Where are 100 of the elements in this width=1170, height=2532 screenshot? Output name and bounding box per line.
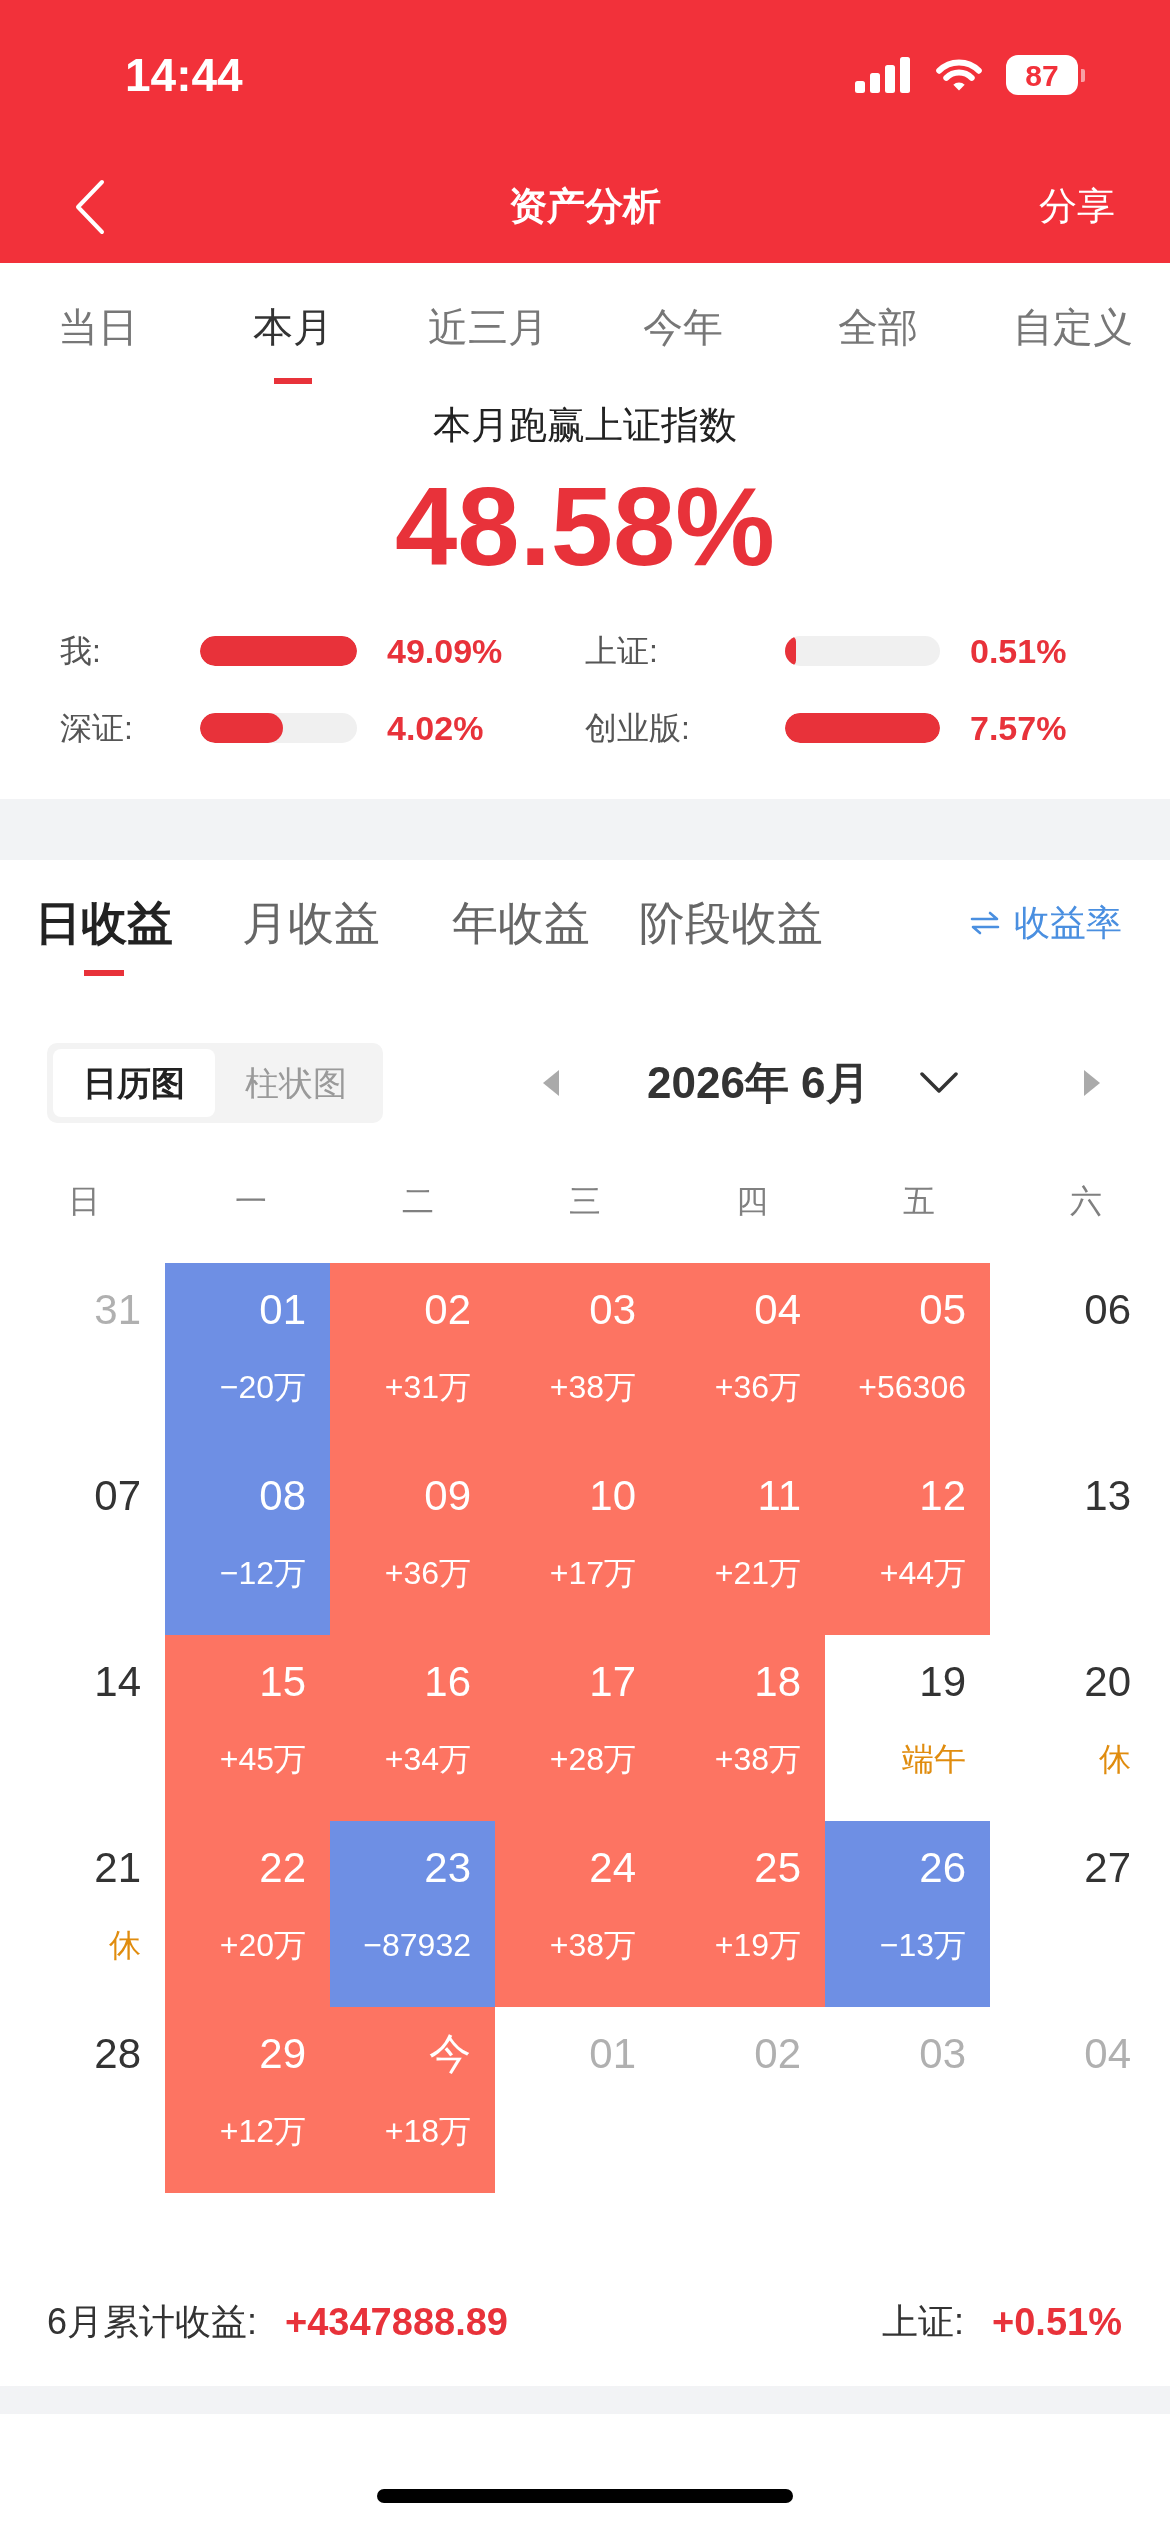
day-number: 24 <box>589 1843 636 1893</box>
weekday-label: 一 <box>234 1182 267 1221</box>
wifi-icon <box>934 58 984 92</box>
left-triangle-icon <box>543 1070 559 1096</box>
next-month-button[interactable] <box>1084 1070 1100 1096</box>
previous-month-button[interactable] <box>543 1070 559 1096</box>
calendar-day-cell[interactable]: 04 +36万 <box>660 1263 825 1449</box>
summary-title: 本月跑赢上证指数 <box>433 403 737 448</box>
comparison-label: 深证: <box>60 709 134 748</box>
daily-profit: +34万 <box>384 1740 471 1779</box>
day-number: 28 <box>94 2029 141 2079</box>
weekday-label: 二 <box>401 1182 434 1221</box>
calendar-day-cell[interactable]: 10 +17万 <box>495 1449 660 1635</box>
day-number: 01 <box>259 1285 306 1335</box>
daily-profit: +31万 <box>384 1368 471 1407</box>
calendar-day-cell[interactable]: 24 +38万 <box>495 1821 660 2007</box>
day-number: 12 <box>919 1471 966 1521</box>
day-number: 25 <box>754 1843 801 1893</box>
calendar-day-cell[interactable]: 18 +38万 <box>660 1635 825 1821</box>
daily-profit: +12万 <box>219 2112 306 2151</box>
calendar-day-cell[interactable]: 22 +20万 <box>165 1821 330 2007</box>
comparison-label: 我: <box>60 632 102 671</box>
calendar-day-cell[interactable]: 15 +45万 <box>165 1635 330 1821</box>
day-number: 11 <box>757 1471 801 1521</box>
daily-profit: +44万 <box>879 1554 966 1593</box>
month-picker-button[interactable] <box>919 1072 958 1094</box>
weekday-label: 五 <box>903 1182 936 1221</box>
day-number: 02 <box>424 1285 471 1335</box>
day-number: 31 <box>94 1285 141 1335</box>
day-number: 04 <box>754 1285 801 1335</box>
daily-profit: −20万 <box>219 1368 306 1407</box>
daily-profit: +45万 <box>219 1740 306 1779</box>
status-time: 14:44 <box>125 47 243 103</box>
daily-profit: +36万 <box>384 1554 471 1593</box>
calendar-day-cell[interactable]: 26 −13万 <box>825 1821 990 2007</box>
day-number: 03 <box>589 1285 636 1335</box>
monthly-total-value: +4347888.89 <box>285 2300 508 2344</box>
daily-profit: −87932 <box>363 1926 471 1965</box>
calendar-day-cell[interactable]: 23 −87932 <box>330 1821 495 2007</box>
holiday-label: 端午 <box>902 1740 966 1779</box>
profit-tab[interactable]: 阶段收益 <box>639 895 823 976</box>
period-tab[interactable]: 当日 <box>0 263 195 390</box>
daily-profit: −13万 <box>879 1926 966 1965</box>
period-tab[interactable]: 今年 <box>585 263 780 390</box>
period-tab[interactable]: 自定义 <box>975 263 1170 390</box>
daily-profit: +38万 <box>549 1368 636 1407</box>
right-triangle-icon <box>1084 1070 1100 1096</box>
battery-cap-icon <box>1081 68 1085 82</box>
share-button[interactable]: 分享 <box>1039 178 1115 235</box>
day-number: 08 <box>259 1471 306 1521</box>
calendar-day-cell[interactable]: 11 +21万 <box>660 1449 825 1635</box>
view-option[interactable]: 柱状图 <box>215 1049 377 1117</box>
calendar-day-cell[interactable]: 01 −20万 <box>165 1263 330 1449</box>
calendar-day-cell[interactable]: 05 +56306 <box>825 1263 990 1449</box>
period-tab[interactable]: 全部 <box>780 263 975 390</box>
profit-tab[interactable]: 日收益 <box>35 895 173 976</box>
calendar-day-cell[interactable]: 17 +28万 <box>495 1635 660 1821</box>
comparison-label: 创业版: <box>585 709 691 748</box>
day-number: 26 <box>919 1843 966 1893</box>
holiday-label: 休 <box>1099 1740 1131 1779</box>
rate-toggle-button[interactable]: 收益率 <box>970 901 1122 945</box>
index-label: 上证: <box>882 2300 965 2344</box>
calendar-day-cell[interactable]: 03 +38万 <box>495 1263 660 1449</box>
calendar-day-cell[interactable]: 02 +31万 <box>330 1263 495 1449</box>
comparison-value: 0.51% <box>969 631 1068 672</box>
chevron-down-icon <box>919 1072 958 1094</box>
weekday-label: 四 <box>736 1182 769 1221</box>
daily-profit: −12万 <box>219 1554 306 1593</box>
calendar-day-cell[interactable]: 09 +36万 <box>330 1449 495 1635</box>
day-number: 05 <box>919 1285 966 1335</box>
day-number: 18 <box>754 1657 801 1707</box>
day-number: 13 <box>1084 1471 1131 1521</box>
calendar-day-cell[interactable]: 08 −12万 <box>165 1449 330 1635</box>
calendar-day-cell[interactable]: 12 +44万 <box>825 1449 990 1635</box>
day-number: 22 <box>259 1843 306 1893</box>
calendar-day-cell[interactable]: 16 +34万 <box>330 1635 495 1821</box>
day-number: 15 <box>259 1657 306 1707</box>
daily-profit: +17万 <box>549 1554 636 1593</box>
calendar-day-cell[interactable]: 25 +19万 <box>660 1821 825 2007</box>
daily-profit: +28万 <box>549 1740 636 1779</box>
profit-tab[interactable]: 月收益 <box>242 895 380 976</box>
daily-profit: +56306 <box>858 1368 966 1407</box>
month-label: 2026年 6月 <box>647 1057 870 1109</box>
calendar-day-cell[interactable]: 29 +12万 <box>165 2007 330 2193</box>
daily-profit: +21万 <box>714 1554 801 1593</box>
period-tab[interactable]: 近三月 <box>390 263 585 390</box>
day-number: 04 <box>1084 2029 1131 2079</box>
day-number: 23 <box>424 1843 471 1893</box>
calendar-day-cell[interactable]: 今 +18万 <box>330 2007 495 2193</box>
weekday-label: 日 <box>67 1182 100 1221</box>
daily-profit: +18万 <box>384 2112 471 2151</box>
swap-icon <box>970 911 1000 935</box>
day-number: 19 <box>919 1657 966 1707</box>
day-number: 16 <box>424 1657 471 1707</box>
view-option[interactable]: 日历图 <box>53 1049 215 1117</box>
day-number: 17 <box>589 1657 636 1707</box>
profit-tab[interactable]: 年收益 <box>452 895 590 976</box>
comparison-value: 7.57% <box>969 708 1068 749</box>
daily-profit: +36万 <box>714 1368 801 1407</box>
period-tab[interactable]: 本月 <box>195 263 390 390</box>
